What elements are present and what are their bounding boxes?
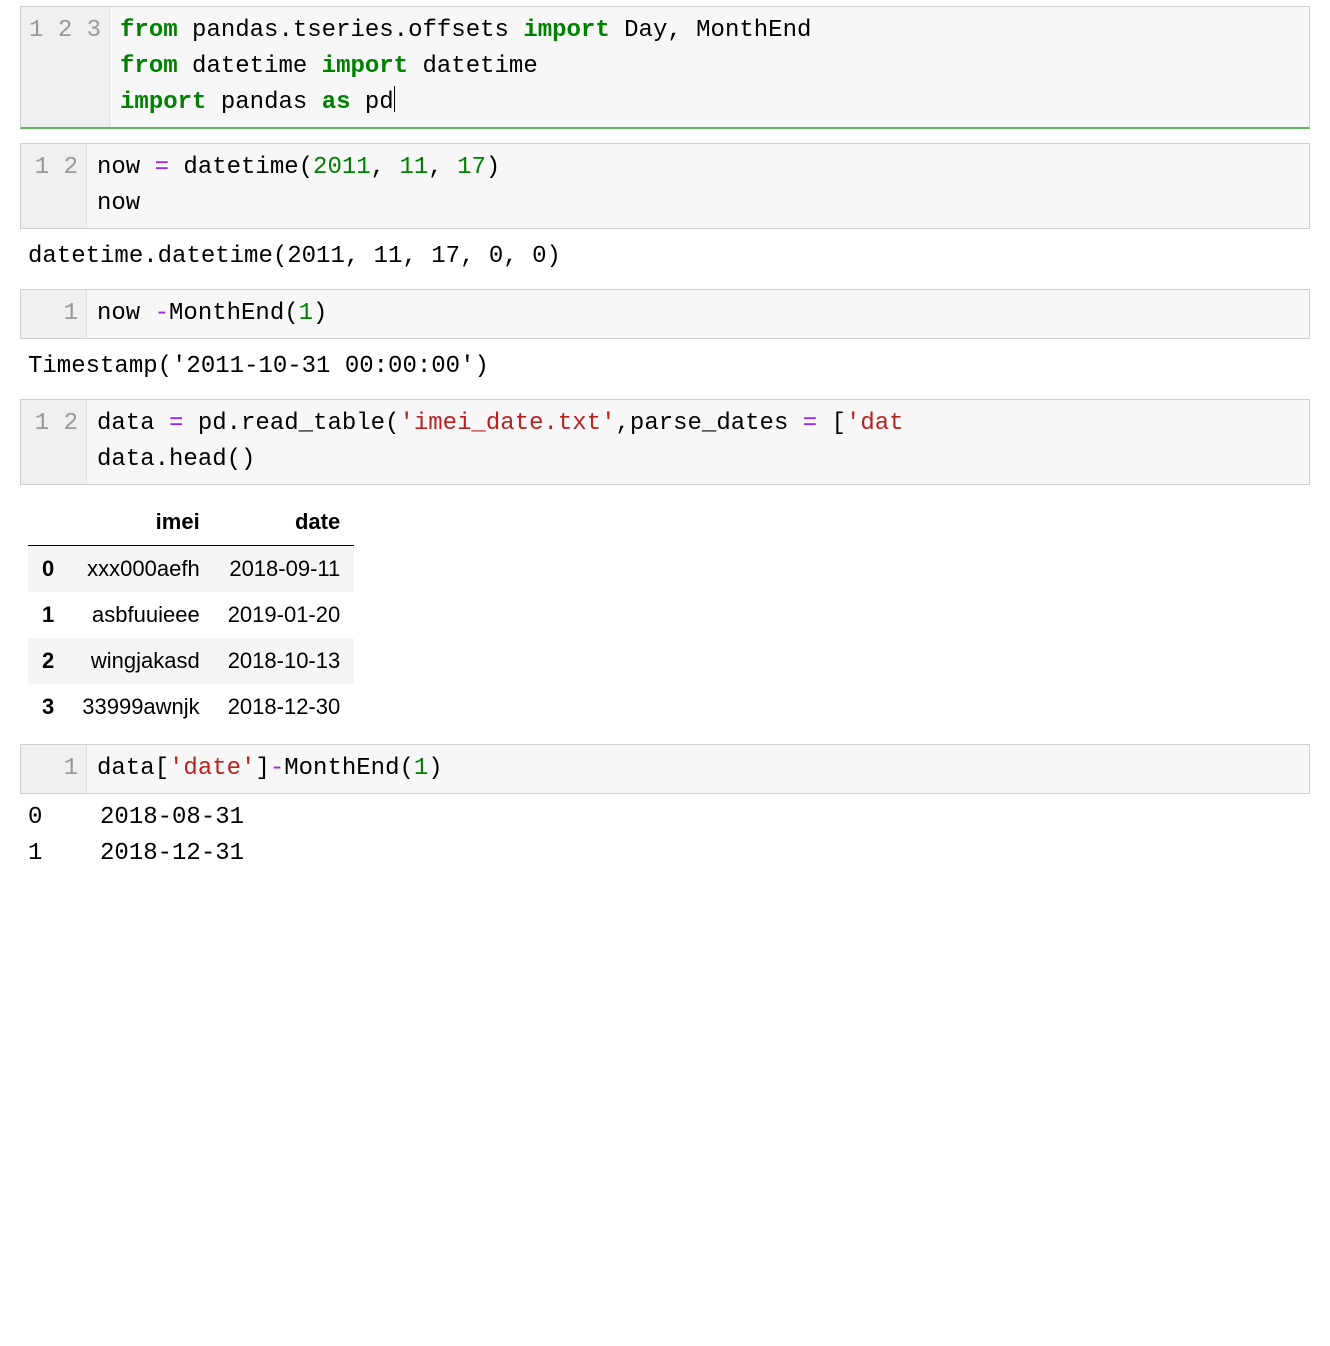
table-cell: asbfuuieee	[68, 592, 213, 638]
table-cell: 2018-10-13	[214, 638, 355, 684]
row-index: 1	[28, 592, 68, 638]
code-input[interactable]: 1 2 3 from pandas.tseries.offsets import…	[20, 6, 1310, 129]
table-cell: 33999awnjk	[68, 684, 213, 730]
line-gutter: 1 2	[21, 144, 87, 228]
series-output: 0 2018-08-31 1 2018-12-31	[28, 800, 1330, 872]
code-text[interactable]: data['date']-MonthEnd(1)	[87, 745, 1309, 793]
line-gutter: 1 2 3	[21, 7, 110, 127]
code-cell: 1 2 3 from pandas.tseries.offsets import…	[0, 6, 1330, 129]
code-input[interactable]: 1 2 now = datetime(2011, 11, 17) now	[20, 143, 1310, 229]
code-text[interactable]: now = datetime(2011, 11, 17) now	[87, 144, 1309, 228]
row-index: 3	[28, 684, 68, 730]
table-header-row: imei date	[28, 499, 354, 546]
code-text[interactable]: data = pd.read_table('imei_date.txt',par…	[87, 400, 1309, 484]
code-input[interactable]: 1 data['date']-MonthEnd(1)	[20, 744, 1310, 794]
code-cell: 1 2 data = pd.read_table('imei_date.txt'…	[0, 399, 1330, 730]
code-text[interactable]: from pandas.tseries.offsets import Day, …	[110, 7, 1309, 127]
col-header: date	[214, 499, 355, 546]
col-header: imei	[68, 499, 213, 546]
code-cell: 1 2 now = datetime(2011, 11, 17) now dat…	[0, 143, 1330, 275]
code-cell: 1 now -MonthEnd(1) Timestamp('2011-10-31…	[0, 289, 1330, 385]
cell-output: datetime.datetime(2011, 11, 17, 0, 0)	[0, 229, 1330, 275]
line-gutter: 1 2	[21, 400, 87, 484]
row-index: 2	[28, 638, 68, 684]
table-row: 333999awnjk2018-12-30	[28, 684, 354, 730]
row-index: 0	[28, 546, 68, 593]
code-text[interactable]: now -MonthEnd(1)	[87, 290, 1309, 338]
line-gutter: 1	[21, 745, 87, 793]
code-input[interactable]: 1 2 data = pd.read_table('imei_date.txt'…	[20, 399, 1310, 485]
table-cell: 2018-12-30	[214, 684, 355, 730]
table-cell: 2018-09-11	[214, 546, 355, 593]
table-row: 1asbfuuieee2019-01-20	[28, 592, 354, 638]
table-row: 2wingjakasd2018-10-13	[28, 638, 354, 684]
line-gutter: 1	[21, 290, 87, 338]
code-cell: 1 data['date']-MonthEnd(1) 0 2018-08-31 …	[0, 744, 1330, 872]
table-row: 0xxx000aefh2018-09-11	[28, 546, 354, 593]
dataframe-output: imei date 0xxx000aefh2018-09-111asbfuuie…	[28, 499, 354, 730]
cell-output: Timestamp('2011-10-31 00:00:00')	[0, 339, 1330, 385]
code-input[interactable]: 1 now -MonthEnd(1)	[20, 289, 1310, 339]
table-cell: xxx000aefh	[68, 546, 213, 593]
table-cell: wingjakasd	[68, 638, 213, 684]
table-cell: 2019-01-20	[214, 592, 355, 638]
